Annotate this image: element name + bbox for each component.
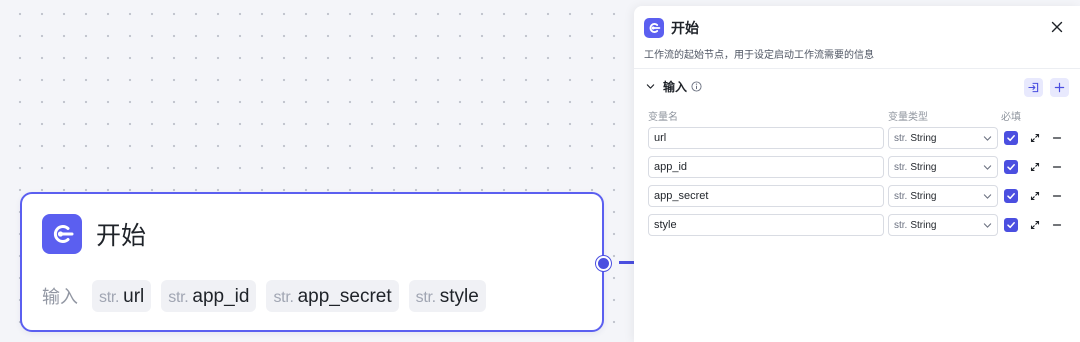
panel-header: 开始 [644, 18, 699, 38]
close-button[interactable] [1048, 18, 1066, 36]
param-chip-url: str. url [92, 280, 152, 312]
param-name: style [439, 286, 479, 307]
chevron-down-icon [983, 165, 992, 170]
type-prefix: str. [894, 219, 908, 231]
start-node-icon [42, 214, 82, 254]
column-header-name: 变量名 [648, 112, 678, 123]
expand-icon [1030, 220, 1040, 230]
check-icon [1007, 164, 1015, 171]
type-prefix: str. [894, 161, 908, 173]
param-chip-app-secret: str. app_secret [266, 280, 399, 312]
check-icon [1007, 222, 1015, 229]
remove-variable-button[interactable] [1050, 218, 1064, 232]
required-checkbox[interactable] [1004, 218, 1018, 232]
column-header-type: 变量类型 [888, 112, 928, 123]
variable-name-input[interactable] [648, 185, 884, 207]
expand-button[interactable] [1028, 160, 1042, 174]
import-button[interactable] [1024, 78, 1043, 97]
check-icon [1007, 135, 1015, 142]
variable-row: str. String [648, 156, 1068, 178]
start-node[interactable]: 开始 输入 str. url str. app_id str. app_secr… [20, 192, 604, 332]
variable-type-select[interactable]: str. String [888, 127, 998, 149]
start-node-icon [644, 18, 664, 38]
type-value: String [910, 190, 937, 202]
required-checkbox[interactable] [1004, 160, 1018, 174]
variable-row: str. String [648, 185, 1068, 207]
param-name: app_id [192, 286, 250, 307]
check-icon [1007, 193, 1015, 200]
variable-name-input[interactable] [648, 127, 884, 149]
minus-icon [1052, 224, 1062, 226]
minus-icon [1052, 166, 1062, 168]
chevron-down-icon [983, 194, 992, 199]
param-type: str. [99, 289, 120, 306]
required-checkbox[interactable] [1004, 189, 1018, 203]
required-checkbox[interactable] [1004, 131, 1018, 145]
chevron-down-icon [646, 84, 655, 89]
param-type: str. [168, 289, 189, 306]
plus-icon [1054, 82, 1065, 93]
node-config-panel: 开始 工作流的起始节点，用于设定启动工作流需要的信息 输入 变量名 变量类型 必… [634, 6, 1080, 342]
divider [634, 68, 1080, 69]
type-prefix: str. [894, 190, 908, 202]
param-type: str. [415, 289, 436, 306]
param-type: str. [273, 289, 294, 306]
remove-variable-button[interactable] [1050, 131, 1064, 145]
variable-type-select[interactable]: str. String [888, 156, 998, 178]
expand-icon [1030, 133, 1040, 143]
chevron-down-icon [983, 136, 992, 141]
node-inputs: 输入 str. url str. app_id str. app_secret … [42, 280, 496, 312]
minus-icon [1052, 195, 1062, 197]
variable-type-select[interactable]: str. String [888, 185, 998, 207]
connection-edge [619, 261, 635, 264]
remove-variable-button[interactable] [1050, 189, 1064, 203]
input-section-toggle[interactable]: 输入 [646, 78, 702, 95]
variable-name-input[interactable] [648, 214, 884, 236]
expand-icon [1030, 191, 1040, 201]
import-icon [1028, 82, 1039, 93]
add-variable-button[interactable] [1050, 78, 1069, 97]
minus-icon [1052, 137, 1062, 139]
type-prefix: str. [894, 132, 908, 144]
expand-icon [1030, 162, 1040, 172]
type-value: String [910, 132, 937, 144]
param-name: url [123, 286, 145, 307]
close-icon [1051, 21, 1063, 33]
column-header-required: 必填 [1001, 112, 1021, 123]
input-section-title: 输入 [663, 80, 688, 94]
output-port[interactable] [596, 256, 611, 271]
type-value: String [910, 219, 937, 231]
variable-row: str. String [648, 214, 1068, 236]
panel-title: 开始 [671, 20, 699, 36]
variable-name-input[interactable] [648, 156, 884, 178]
type-value: String [910, 161, 937, 173]
param-name: app_secret [297, 286, 392, 307]
chevron-down-icon [983, 223, 992, 228]
remove-variable-button[interactable] [1050, 160, 1064, 174]
expand-button[interactable] [1028, 218, 1042, 232]
node-inputs-label: 输入 [42, 287, 78, 307]
expand-button[interactable] [1028, 131, 1042, 145]
variable-row: str. String [648, 127, 1068, 149]
info-icon[interactable] [691, 81, 702, 92]
node-title: 开始 [96, 222, 147, 250]
expand-button[interactable] [1028, 189, 1042, 203]
node-header: 开始 [42, 214, 146, 254]
param-chip-app-id: str. app_id [161, 280, 257, 312]
param-chip-style: str. style [408, 280, 486, 312]
variable-type-select[interactable]: str. String [888, 214, 998, 236]
panel-description: 工作流的起始节点，用于设定启动工作流需要的信息 [644, 50, 874, 61]
